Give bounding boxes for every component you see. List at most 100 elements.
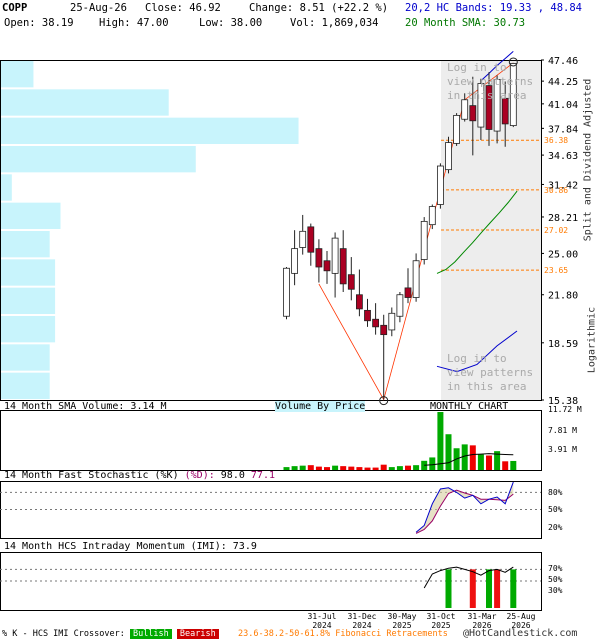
x-tick-label: 31-Jul: [308, 612, 337, 621]
footer-legend: % K - HCS IMI Crossover: Bullish Bearish: [2, 629, 219, 639]
imi-title: 14 Month HCS Intraday Momentum (IMI): 73…: [4, 541, 257, 552]
stochastic-d-label: (%D):: [184, 470, 215, 481]
close-value: Close: 46.92: [145, 2, 221, 14]
candle-body: [291, 248, 299, 274]
copyright: @HotCandlestick.com: [463, 628, 578, 639]
x-tick-label: 30-May: [388, 612, 417, 621]
volume-value: Vol: 1,869,034: [290, 17, 379, 29]
log-scale-label: Logarithmic: [586, 306, 598, 374]
price-tick-label: 25.00: [548, 249, 578, 260]
price-tick-label: 28.21: [548, 213, 578, 224]
candle-body: [364, 309, 371, 322]
candle-body: [372, 318, 380, 328]
volume-bar: [502, 461, 509, 470]
price-tick-label: 47.46: [548, 56, 578, 67]
volume-bar: [291, 466, 298, 470]
candle-body: [412, 260, 420, 298]
volume-by-price-bar: [1, 202, 61, 229]
candle-body: [388, 312, 396, 331]
volume-bar: [315, 466, 322, 470]
pattern-watermark-bottom: Log in to view patterns in this area: [447, 352, 534, 393]
volume-bar: [332, 465, 339, 470]
candle-body: [323, 260, 331, 272]
stochastic-tick-label: 50%: [548, 505, 563, 514]
volume-bar: [429, 457, 436, 470]
volume-bar: [486, 455, 492, 470]
volume-bar: [380, 464, 387, 470]
volume-by-price-bar: [1, 259, 56, 286]
hc-bands-value: 20,2 HC Bands: 19.33 , 48.84: [405, 2, 583, 14]
crossover-signal-bar: [469, 569, 476, 608]
crossover-signal-bar: [486, 569, 492, 608]
low-value: Low: 38.00: [199, 17, 263, 29]
x-tick-label: 25-Aug: [507, 612, 536, 621]
high-value: High: 47.00: [99, 17, 169, 29]
stochastic-k-value: 98.0: [220, 470, 245, 481]
price-tick-label: 41.04: [548, 100, 578, 111]
volume-by-price-bar: [1, 117, 299, 144]
volume-by-price-bar: [1, 344, 50, 371]
candle-body: [299, 230, 307, 248]
volume-by-price-bar: [1, 316, 56, 343]
stochastic-tick-label: 80%: [548, 488, 563, 497]
fibonacci-label: 27.02: [544, 226, 568, 235]
candle-body: [315, 248, 323, 268]
volume-bar: [372, 467, 379, 470]
volume-bar: [396, 466, 403, 470]
volume-tick-label: 3.91 M: [548, 445, 577, 454]
price-tick-label: 44.25: [548, 77, 578, 88]
candle-body: [420, 220, 428, 260]
stochastic-title-prefix: 14 Month Fast Stochastic (%K): [4, 470, 179, 481]
volume-bar: [445, 434, 452, 470]
volume-sma-title: 14 Month SMA Volume: 3.14 M: [4, 401, 167, 412]
volume-by-price-label: Volume By Price: [275, 401, 366, 412]
candle-body: [453, 114, 461, 144]
fibonacci-label: 36.38: [544, 136, 568, 145]
volume-tick-label: 7.81 M: [548, 426, 577, 435]
sma-value: 20 Month SMA: 30.73: [405, 17, 526, 29]
volume-by-price-bar: [1, 231, 50, 258]
volume-bar: [477, 454, 484, 470]
volume-bar: [340, 466, 347, 470]
candle-body: [355, 294, 363, 310]
volume-bar: [356, 467, 363, 470]
x-tick-label: 31-Mar: [468, 612, 497, 621]
volume-by-price-bar: [1, 61, 34, 88]
candle-body: [347, 274, 355, 290]
volume-bar: [413, 465, 420, 470]
volume-bar: [348, 466, 355, 470]
candle-body: [380, 324, 388, 336]
volume-bar: [469, 445, 476, 470]
volume-bar: [299, 465, 306, 470]
volume-bar: [364, 467, 371, 470]
stochastic-d-value: 77.1: [250, 470, 275, 481]
imi-tick-label: 70%: [548, 564, 563, 573]
volume-bar: [510, 460, 517, 470]
volume-bar: [324, 467, 330, 470]
crossover-label: % K - HCS IMI Crossover:: [2, 629, 125, 639]
price-tick-label: 31.42: [548, 180, 578, 191]
crossover-signal-bar: [445, 569, 452, 608]
price-tick-label: 34.63: [548, 151, 578, 162]
volume-by-price-bar: [1, 174, 12, 201]
pattern-watermark-top: Log in to view patterns in this area: [447, 61, 534, 102]
volume-bar: [437, 412, 444, 470]
volume-by-price-bar: [1, 146, 196, 173]
date: 25-Aug-26: [70, 2, 127, 14]
candle-body: [307, 226, 315, 253]
monthly-chart-label: MONTHLY CHART: [430, 401, 509, 412]
price-tick-label: 21.80: [548, 291, 578, 302]
split-adjusted-label: Split and Dividend Adjusted: [582, 78, 594, 242]
stochastic-title: 14 Month Fast Stochastic (%K) (%D): 98.0…: [4, 470, 275, 481]
volume-tick-label: 11.72 M: [548, 405, 582, 414]
candle-body: [396, 294, 404, 317]
volume-panel-frame: [0, 410, 542, 471]
volume-by-price-bar: [1, 287, 56, 314]
candle-body: [331, 237, 339, 274]
volume-by-price-bar: [1, 372, 50, 399]
x-tick-label: 31-Dec: [348, 612, 377, 621]
price-tick-label: 37.84: [548, 124, 578, 135]
candle-body: [445, 142, 452, 171]
volume-bar: [388, 467, 395, 470]
x-tick-label: 31-Oct: [427, 612, 456, 621]
